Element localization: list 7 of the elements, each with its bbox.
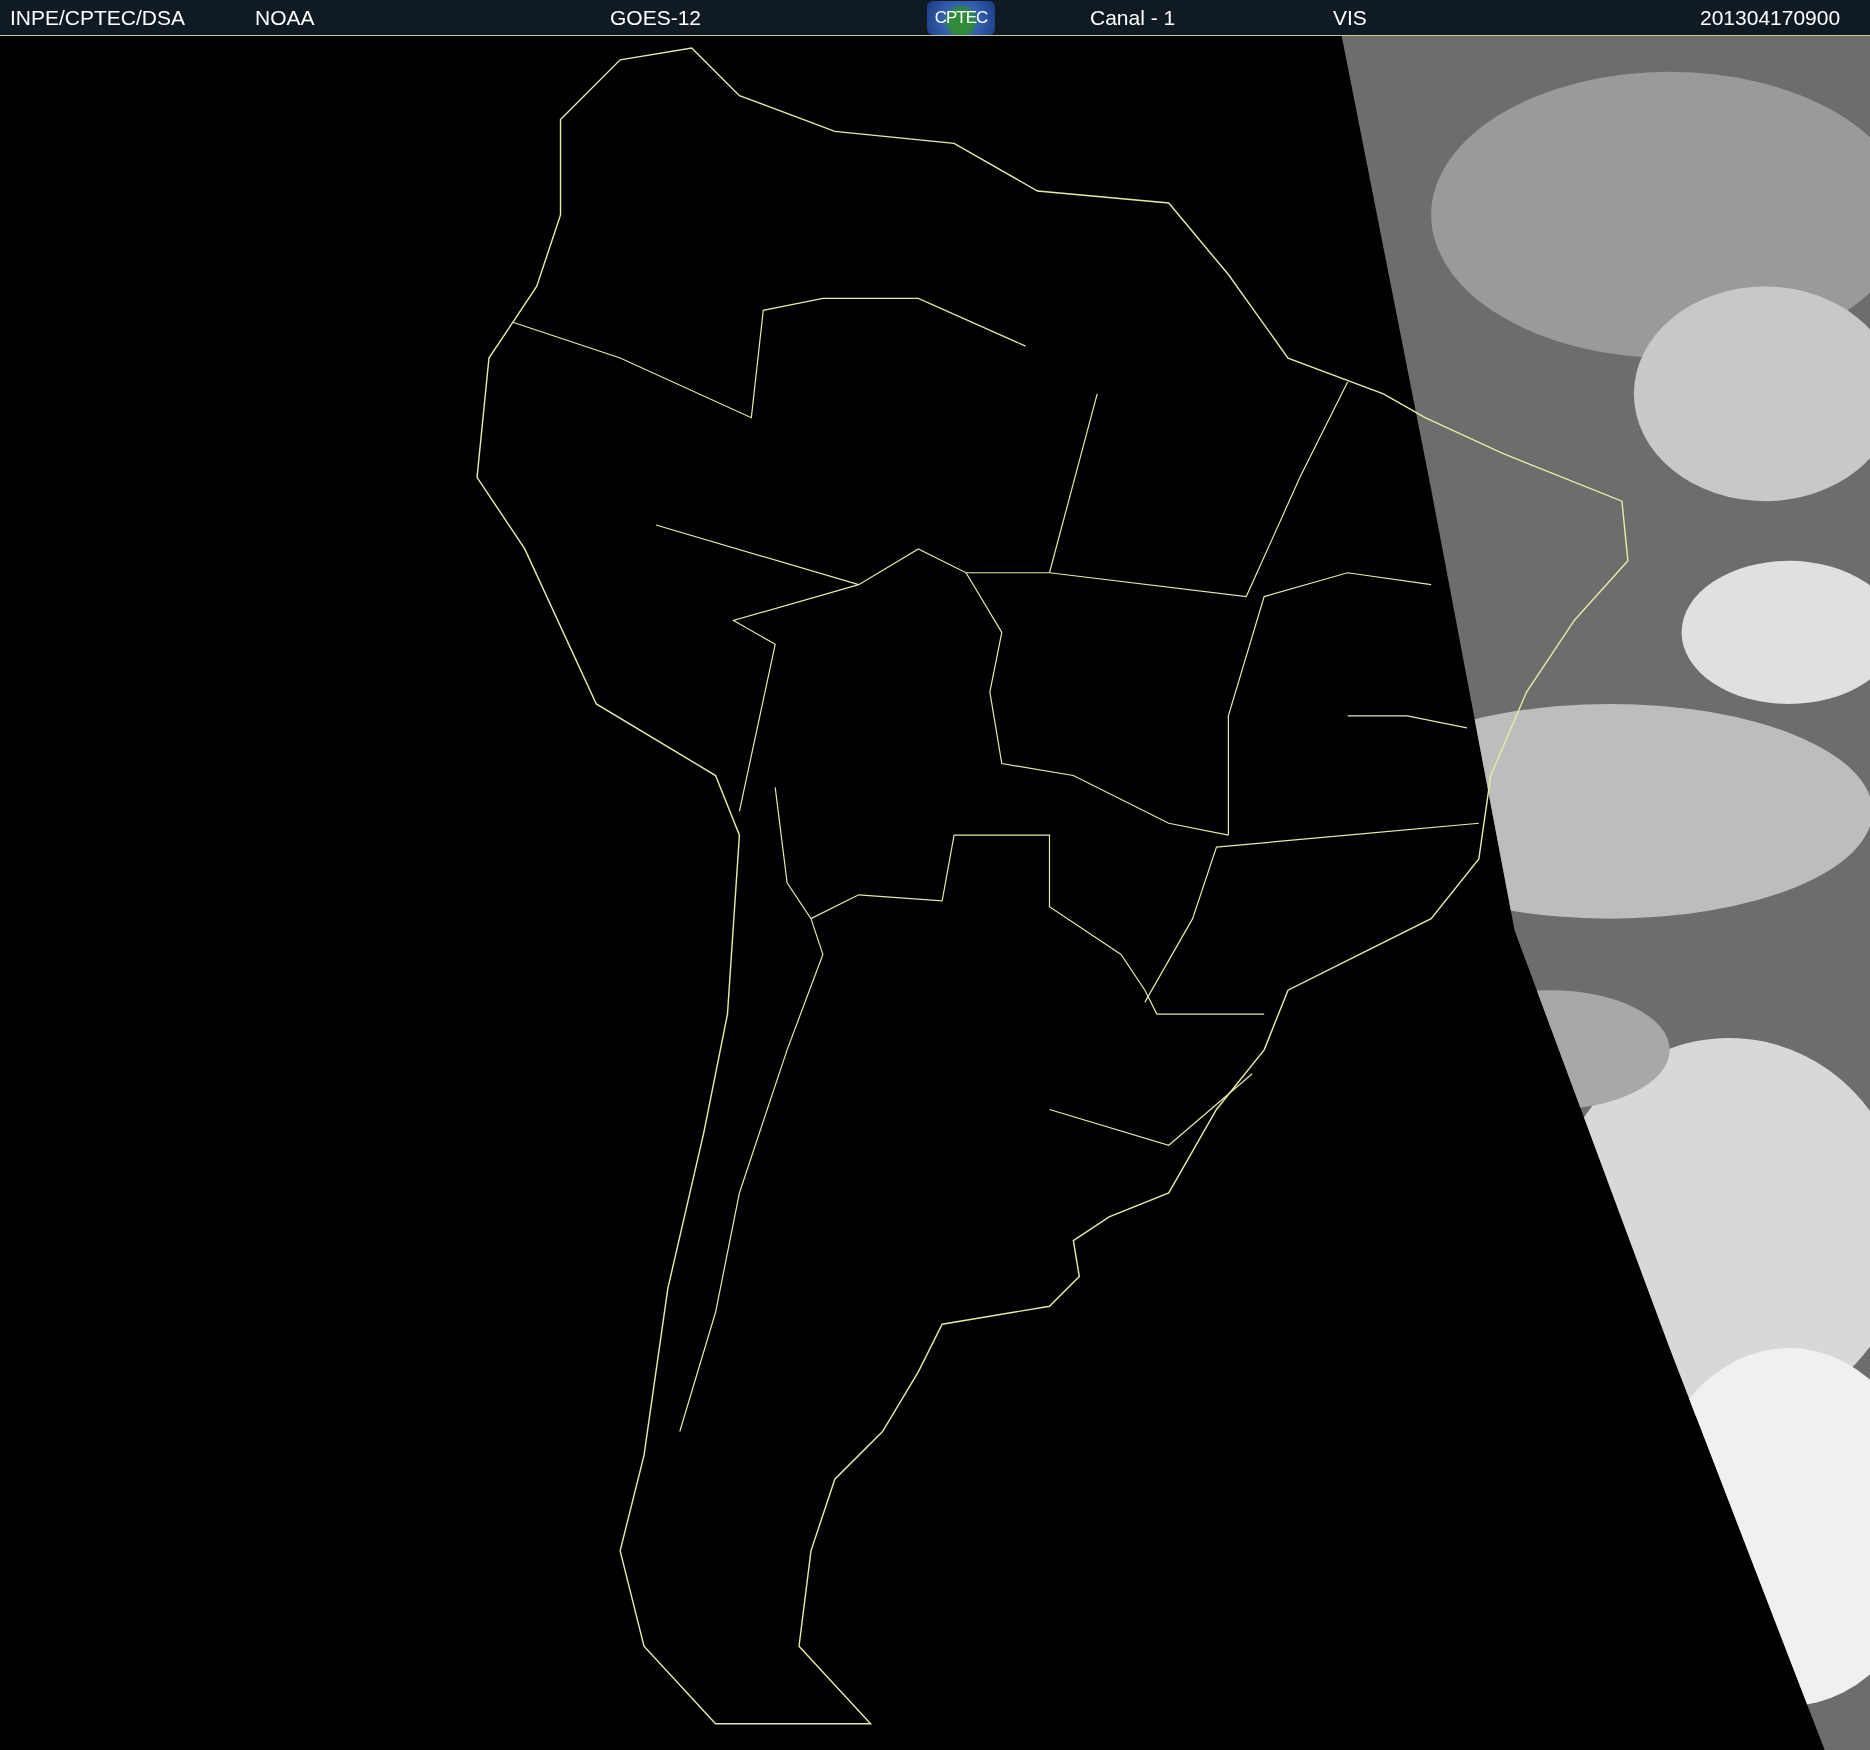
header-label: INPE/CPTEC/DSA — [10, 5, 186, 30]
logo: CPTEC — [927, 0, 995, 35]
header-label: VIS — [1333, 5, 1367, 30]
header-label: Canal - 1 — [1090, 5, 1176, 30]
header-label: NOAA — [255, 5, 315, 30]
header-label: GOES-12 — [610, 5, 702, 30]
header-label: 201304170900 — [1700, 5, 1841, 30]
